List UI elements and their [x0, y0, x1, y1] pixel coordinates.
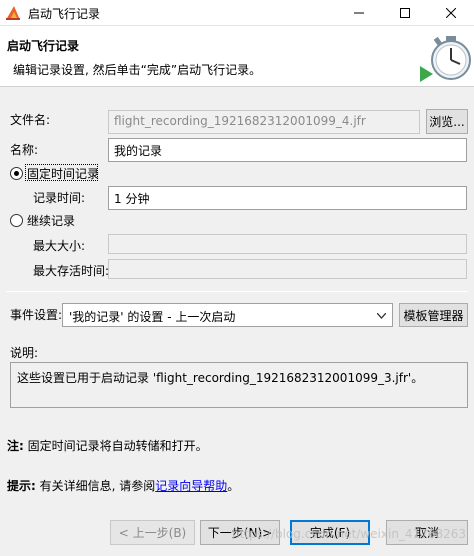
note-label: 注:: [7, 439, 24, 453]
tip-end: 。: [227, 479, 240, 493]
tip-line: 提示: 有关详细信息, 请参阅记录向导帮助。: [7, 477, 239, 494]
template-manager-button[interactable]: 模板管理器: [399, 303, 468, 327]
name-field[interactable]: 我的记录: [108, 138, 467, 162]
minimize-icon: [354, 12, 364, 14]
fixed-time-label[interactable]: 固定时间记录: [27, 165, 99, 182]
filename-label: 文件名:: [10, 113, 51, 127]
note-line: 注: 固定时间记录将自动转储和打开。: [7, 437, 208, 454]
watermark: https://blog.csdn.net/weixin_41768263: [232, 527, 467, 541]
max-age-field[interactable]: [108, 259, 467, 279]
event-settings-label: 事件设置:: [10, 308, 63, 322]
continuous-label[interactable]: 继续记录: [27, 212, 75, 229]
title-bar: 启动飞行记录: [0, 0, 474, 26]
duration-label: 记录时间:: [33, 191, 86, 205]
description-box: 这些设置已用于启动记录 'flight_recording_1921682312…: [10, 362, 468, 408]
duration-field[interactable]: 1 分钟: [108, 186, 467, 210]
wizard-help-link[interactable]: 记录向导帮助: [155, 479, 227, 493]
browse-button[interactable]: 浏览...: [426, 109, 468, 134]
fixed-time-radio[interactable]: [10, 167, 23, 180]
max-size-field[interactable]: [108, 234, 467, 254]
event-settings-select[interactable]: '我的记录' 的设置 - 上一次启动: [62, 303, 393, 327]
description-text: 这些设置已用于启动记录 'flight_recording_1921682312…: [17, 371, 424, 385]
maximize-icon: [400, 8, 410, 18]
wizard-header: 启动飞行记录 编辑记录设置, 然后单击“完成”启动飞行记录。: [0, 26, 474, 86]
close-icon: [446, 8, 456, 18]
max-size-label: 最大大小:: [33, 239, 86, 253]
filename-field[interactable]: flight_recording_1921682312001099_4.jfr: [108, 110, 420, 134]
app-icon: [6, 6, 20, 20]
continuous-radio[interactable]: [10, 214, 23, 227]
wizard-title: 启动飞行记录: [7, 39, 80, 53]
flight-recorder-clock-icon: [420, 36, 471, 82]
wizard-description: 编辑记录设置, 然后单击“完成”启动飞行记录。: [13, 63, 262, 77]
separator: [6, 291, 468, 292]
tip-label: 提示:: [7, 479, 36, 493]
description-label: 说明:: [10, 346, 39, 360]
name-label: 名称:: [10, 143, 39, 157]
window-title: 启动飞行记录: [28, 7, 101, 21]
tip-text: 有关详细信息, 请参阅: [39, 479, 156, 493]
chevron-down-icon: [377, 313, 386, 319]
event-settings-value: '我的记录' 的设置 - 上一次启动: [69, 310, 236, 324]
back-button[interactable]: < 上一步(B): [110, 520, 195, 545]
note-text: 固定时间记录将自动转储和打开。: [27, 439, 208, 453]
max-age-label: 最大存活时间:: [33, 264, 110, 278]
maximize-button[interactable]: [382, 0, 428, 26]
close-button[interactable]: [428, 0, 474, 26]
minimize-button[interactable]: [336, 0, 382, 26]
